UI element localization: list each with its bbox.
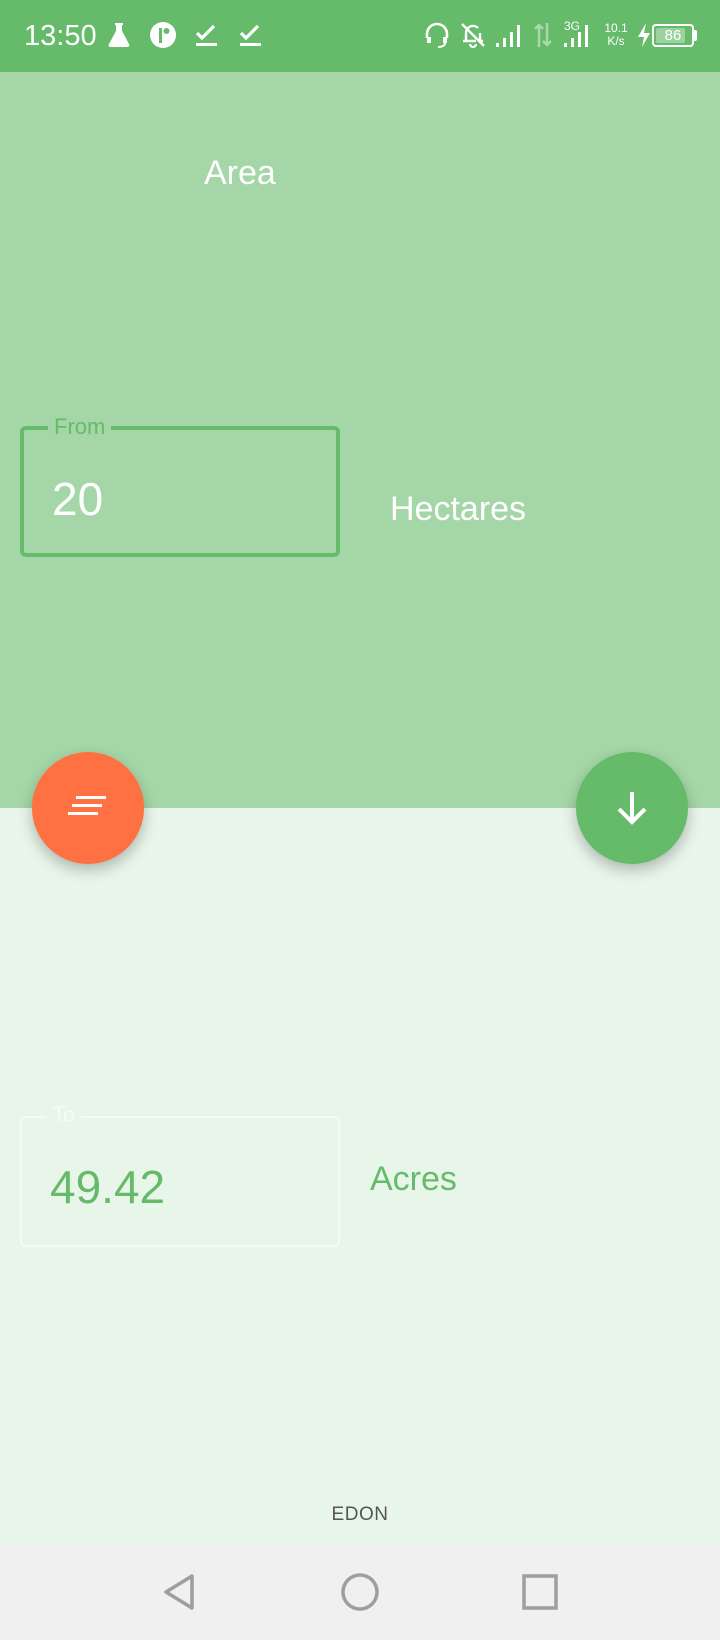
swap-units-button[interactable]	[576, 752, 688, 864]
battery-level: 86	[664, 27, 682, 44]
back-icon[interactable]	[158, 1570, 202, 1614]
arrow-down-icon	[617, 792, 647, 825]
battery-cap	[694, 30, 697, 41]
from-field[interactable]: From	[20, 414, 340, 557]
check-icon	[195, 24, 217, 46]
data-arrows-icon	[534, 23, 552, 47]
status-bar: 13:50 3G 10.1 K/s 86	[0, 0, 720, 72]
flask-icon	[108, 23, 130, 47]
net-speed: 10.1 K/s	[598, 22, 634, 48]
from-value-input[interactable]	[52, 472, 312, 526]
pie-app-icon	[150, 22, 176, 48]
recents-icon[interactable]	[518, 1570, 562, 1614]
status-time: 13:50	[24, 20, 97, 52]
to-field[interactable]: To	[20, 1102, 340, 1247]
battery-icon: 86	[652, 24, 694, 47]
home-icon[interactable]	[338, 1570, 382, 1614]
to-field-label: To	[46, 1102, 82, 1128]
to-value-output[interactable]	[50, 1160, 310, 1214]
bell-off-icon	[461, 23, 485, 49]
system-nav-bar	[0, 1544, 720, 1640]
category-menu-button[interactable]	[32, 752, 144, 864]
net-speed-unit: K/s	[607, 34, 625, 48]
sort-lines-icon	[68, 796, 106, 815]
category-title[interactable]: Area	[204, 152, 276, 194]
check-icon	[239, 24, 261, 46]
charging-bolt-icon	[638, 23, 650, 47]
signal-icon	[496, 25, 520, 47]
signal-3g-icon	[564, 25, 588, 47]
from-field-label: From	[48, 414, 112, 440]
from-unit-selector[interactable]: Hectares	[390, 488, 526, 530]
to-unit-selector[interactable]: Acres	[370, 1158, 457, 1200]
brand-footer: EDON	[331, 1504, 389, 1525]
headset-icon	[425, 22, 449, 48]
